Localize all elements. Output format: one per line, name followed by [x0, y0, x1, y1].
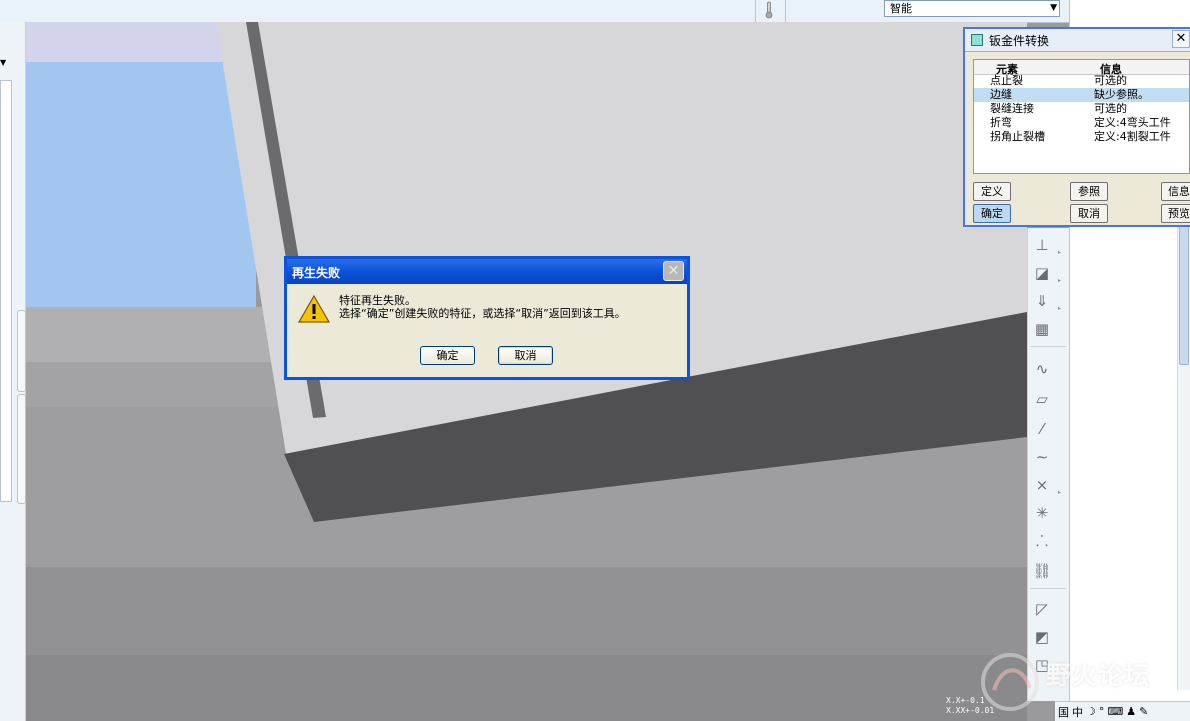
info-cell: 定义:4割裂工件 — [1094, 130, 1171, 143]
cancel-button[interactable]: 取消 — [1070, 204, 1108, 223]
dialog-title-bar[interactable]: 钣金件转换 ✕ — [965, 29, 1190, 52]
info-cell: 可选的 — [1094, 74, 1127, 87]
dialog-icon — [971, 34, 983, 46]
thermometer-icon[interactable] — [764, 1, 774, 19]
preview-button[interactable]: 预览 — [1161, 204, 1190, 223]
dialog-message: 特征再生失败。 选择“确定”创建失败的特征，或选择“取消”返回到该工具。 — [339, 294, 626, 320]
toolbar-separator — [1030, 346, 1066, 347]
element-cell: 拐角止裂槽 — [990, 130, 1045, 143]
toolbar-separator — [1030, 588, 1066, 589]
plane-tool-icon[interactable]: ▱ — [1031, 388, 1053, 410]
model-tree-list[interactable] — [0, 80, 12, 502]
table-row[interactable]: 拐角止裂槽 定义:4割裂工件 — [974, 130, 1189, 144]
dropdown-arrow-icon[interactable]: ▼ — [1050, 1, 1057, 16]
flatten-tool-icon[interactable]: ⇓ ▸ — [1031, 290, 1061, 312]
cancel-button[interactable]: 取消 — [498, 346, 553, 365]
close-icon[interactable]: ✕ — [1172, 30, 1190, 48]
dialog-title-bar[interactable]: 再生失败 ✕ — [287, 259, 687, 284]
forum-watermark: 野火论坛 — [978, 650, 1178, 714]
watermark-logo-icon — [981, 653, 1039, 711]
regeneration-failed-dialog: 再生失败 ✕ 特征再生失败。 选择“确定”创建失败的特征，或选择“取消”返回到该… — [284, 256, 690, 380]
feature-toolbar: ⊥ ▸ ◪ ▸ ⇓ ▸ ▦ ∿ ▱ ⁄ ∼ × ▸ ✳ ⸫ ⛓ ◸ ◩ ◳ — [1027, 228, 1070, 701]
message-line-1: 特征再生失败。 — [339, 294, 416, 307]
watermark-text: 野火论坛 — [1046, 661, 1151, 690]
element-cell: 边缝 — [990, 88, 1012, 101]
reference-button[interactable]: 参照 — [1070, 182, 1108, 201]
ok-button[interactable]: 确定 — [973, 204, 1011, 223]
chevron-down-icon[interactable]: ▼ — [0, 58, 6, 67]
selection-filter-value: 智能 — [890, 2, 912, 15]
top-toolbar: 智能 ▼ — [0, 0, 1190, 23]
datum-plane-tool-icon[interactable]: ⊥ ▸ — [1031, 234, 1061, 256]
profile-tool-icon[interactable]: ◪ ▸ — [1031, 262, 1061, 284]
element-info-table: 元素 信息 点止裂 可选的 边缝 缺少参照。 裂缝连接 可选的 折弯 定义:4弯… — [973, 59, 1190, 174]
element-cell: 点止裂 — [990, 74, 1023, 87]
point-tool-icon[interactable]: × ▸ — [1031, 474, 1061, 496]
define-button[interactable]: 定义 — [973, 182, 1011, 201]
dialog-title: 钣金件转换 — [989, 34, 1050, 48]
info-cell: 定义:4弯头工件 — [1094, 116, 1171, 129]
pattern-tool-icon[interactable]: ▦ — [1031, 318, 1053, 340]
link-tool-icon[interactable]: ⛓ — [1031, 560, 1053, 582]
analysis-tool-icon[interactable]: ⸫ — [1031, 530, 1053, 552]
element-cell: 折弯 — [990, 116, 1012, 129]
axis-tool-icon[interactable]: ⁄ — [1031, 418, 1053, 440]
element-cell: 裂缝连接 — [990, 102, 1034, 115]
sheetmetal-conversion-dialog: 钣金件转换 ✕ 元素 信息 点止裂 可选的 边缝 缺少参照。 裂缝连接 可选的 … — [963, 27, 1190, 227]
panel-splitter-handle[interactable] — [17, 394, 26, 504]
warning-icon — [298, 294, 330, 323]
table-row[interactable]: 边缝 缺少参照。 — [974, 88, 1189, 102]
info-button[interactable]: 信息 — [1161, 182, 1190, 201]
confirm-button[interactable]: 确定 — [420, 346, 475, 365]
toolbar-separator — [755, 0, 756, 22]
table-row[interactable]: 裂缝连接 可选的 — [974, 102, 1189, 116]
message-line-2: 选择“确定”创建失败的特征，或选择“取消”返回到该工具。 — [339, 307, 626, 320]
coordinate-system-tool-icon[interactable]: ✳ — [1031, 502, 1053, 524]
table-row[interactable]: 点止裂 可选的 — [974, 74, 1189, 88]
model-tree-panel: ▼ — [0, 22, 26, 721]
close-icon[interactable]: ✕ — [663, 261, 684, 281]
panel-splitter-handle[interactable] — [17, 310, 26, 392]
info-cell: 缺少参照。 — [1094, 88, 1149, 101]
dialog-title: 再生失败 — [292, 266, 341, 280]
info-cell: 可选的 — [1094, 102, 1127, 115]
edge-rip-tool-icon[interactable]: ◸ — [1031, 598, 1053, 620]
curve-tool-icon[interactable]: ∼ — [1031, 446, 1053, 468]
table-header: 元素 信息 — [974, 60, 1189, 76]
table-row[interactable]: 折弯 定义:4弯头工件 — [974, 116, 1189, 130]
toolbar-separator — [785, 0, 786, 22]
rip-connect-tool-icon[interactable]: ◩ — [1031, 626, 1053, 648]
sketch-tool-icon[interactable]: ∿ — [1031, 358, 1053, 380]
selection-filter-select[interactable]: 智能 ▼ — [884, 0, 1060, 17]
